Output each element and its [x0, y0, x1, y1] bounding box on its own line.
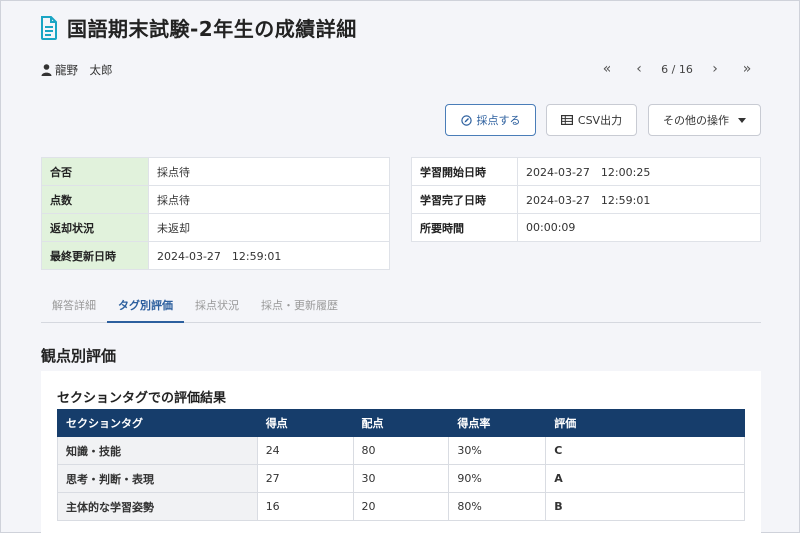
score-cell: 24: [256, 436, 354, 465]
evaluation-table: セクションタグ 得点 配点 得点率 評価 知識・技能 24 80 30% C 思…: [57, 409, 745, 521]
more-actions-label: その他の操作: [663, 114, 729, 127]
user-icon: [41, 64, 52, 76]
info-label: 学習完了日時: [411, 185, 518, 214]
info-label: 最終更新日時: [41, 241, 149, 270]
first-page-icon[interactable]: «: [591, 61, 623, 77]
info-value: 2024-03-27 12:59:01: [517, 185, 761, 214]
evaluation-card: セクションタグでの評価結果 セクションタグ 得点 配点 得点率 評価 知識・技能…: [41, 371, 761, 533]
info-value: 2024-03-27 12:59:01: [148, 241, 390, 270]
column-header: 得点: [256, 409, 354, 437]
table-icon: [560, 115, 573, 125]
section-title: 観点別評価: [41, 347, 117, 365]
user-name: 龍野 太郎: [55, 63, 113, 77]
score-cell: 27: [256, 464, 354, 493]
score-button-label: 採点する: [476, 114, 521, 127]
prev-page-icon[interactable]: ‹: [623, 61, 655, 77]
section-tag-cell: 思考・判断・表現: [57, 464, 258, 493]
rate-cell: 30%: [448, 436, 547, 465]
rate-cell: 80%: [448, 492, 547, 521]
page-header: 国語期末試験-2年生の成績詳細: [40, 13, 357, 42]
section-tag-cell: 知識・技能: [57, 436, 258, 465]
tab-history[interactable]: 採点・更新履歴: [250, 294, 349, 323]
edit-icon: [460, 114, 472, 126]
info-row: 所要時間 00:00:09: [411, 213, 761, 242]
caret-down-icon: [738, 117, 746, 123]
info-value: 採点待: [148, 185, 390, 214]
info-label: 学習開始日時: [411, 157, 518, 186]
info-row: 最終更新日時 2024-03-27 12:59:01: [41, 241, 390, 270]
max-score-cell: 20: [352, 492, 450, 521]
info-label: 返却状況: [41, 213, 149, 242]
page-title: 国語期末試験-2年生の成績詳細: [67, 17, 357, 41]
user-info: 龍野 太郎: [41, 62, 113, 78]
score-cell: 16: [256, 492, 354, 521]
score-button[interactable]: 採点する: [445, 104, 536, 136]
section-tag-cell: 主体的な学習姿勢: [57, 492, 258, 521]
tab-scoring-status[interactable]: 採点状況: [184, 294, 250, 323]
info-value: 未返却: [148, 213, 390, 242]
info-row: 返却状況 未返却: [41, 213, 390, 242]
grade-cell: B: [545, 492, 745, 521]
last-page-icon[interactable]: »: [731, 61, 763, 77]
tab-answer-details[interactable]: 解答詳細: [41, 294, 107, 323]
rate-cell: 90%: [448, 464, 547, 493]
column-header: 配点: [352, 409, 450, 437]
info-row: 学習開始日時 2024-03-27 12:00:25: [411, 157, 761, 186]
info-label: 点数: [41, 185, 149, 214]
info-row: 学習完了日時 2024-03-27 12:59:01: [411, 185, 761, 214]
info-value: 採点待: [148, 157, 390, 186]
pager: « ‹ 6 / 16 › »: [591, 61, 763, 77]
grade-cell: A: [545, 464, 745, 493]
status-info-table: 合否 採点待 点数 採点待 返却状況 未返却 最終更新日時 2024-03-27…: [41, 157, 390, 270]
time-info-table: 学習開始日時 2024-03-27 12:00:25 学習完了日時 2024-0…: [411, 157, 761, 242]
tab-tag-evaluation[interactable]: タグ別評価: [107, 294, 184, 323]
info-value: 00:00:09: [517, 213, 761, 242]
more-actions-dropdown[interactable]: その他の操作: [648, 104, 761, 136]
csv-export-label: CSV出力: [577, 114, 623, 127]
table-header-row: セクションタグ 得点 配点 得点率 評価: [57, 409, 745, 437]
card-title: セクションタグでの評価結果: [57, 391, 227, 406]
info-value: 2024-03-27 12:00:25: [517, 157, 761, 186]
info-row: 点数 採点待: [41, 185, 390, 214]
column-header: 評価: [545, 409, 745, 437]
document-icon: [41, 15, 57, 40]
info-label: 合否: [41, 157, 149, 186]
grade-cell: C: [545, 436, 745, 465]
max-score-cell: 30: [352, 464, 450, 493]
csv-export-button[interactable]: CSV出力: [546, 104, 637, 136]
page-count: 6 / 16: [661, 62, 693, 76]
table-row: 思考・判断・表現 27 30 90% A: [57, 464, 745, 493]
table-row: 知識・技能 24 80 30% C: [57, 436, 745, 465]
info-label: 所要時間: [411, 213, 518, 242]
info-row: 合否 採点待: [41, 157, 390, 186]
column-header: セクションタグ: [57, 409, 258, 437]
table-row: 主体的な学習姿勢 16 20 80% B: [57, 492, 745, 521]
next-page-icon[interactable]: ›: [699, 61, 731, 77]
column-header: 得点率: [448, 409, 547, 437]
max-score-cell: 80: [352, 436, 450, 465]
tab-bar: 解答詳細 タグ別評価 採点状況 採点・更新履歴: [41, 294, 761, 323]
